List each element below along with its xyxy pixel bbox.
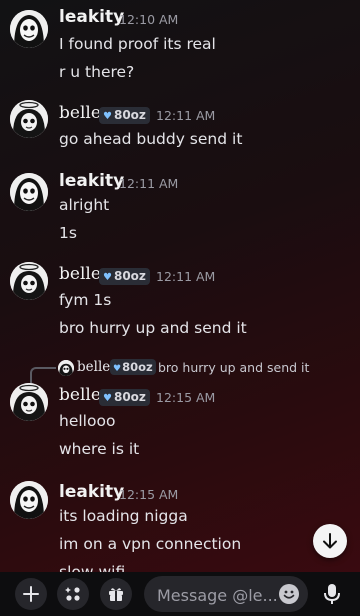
message-text: where is it — [59, 440, 140, 458]
message-text: bro hurry up and send it — [59, 319, 247, 337]
reply-author: belle — [77, 359, 111, 375]
message-timestamp: 12:11 AM — [156, 269, 216, 284]
message-timestamp: 12:15 AM — [156, 390, 216, 405]
message-text: 1s — [59, 224, 77, 242]
avatar-belle[interactable] — [10, 383, 48, 421]
message-author[interactable]: belle — [59, 385, 101, 405]
role-badge[interactable]: ♥ 80oz — [99, 268, 150, 285]
avatar-belle[interactable] — [10, 262, 48, 300]
message-timestamp: 12:11 AM — [156, 108, 216, 123]
message-text: hellooo — [59, 412, 116, 430]
message-list[interactable]: leakity 12:10 AM I found proof its real … — [0, 0, 360, 572]
message-text: its loading nigga — [59, 507, 188, 525]
apps-icon — [65, 587, 80, 601]
message-composer — [0, 572, 360, 616]
microphone-icon — [324, 584, 340, 604]
heart-icon: ♥ — [103, 393, 112, 404]
gift-icon — [109, 588, 123, 601]
heart-icon: ♥ — [103, 272, 112, 283]
message-text: r u there? — [59, 63, 135, 81]
reply-spine — [30, 367, 56, 383]
avatar-leakity[interactable] — [10, 173, 48, 211]
heart-icon: ♥ — [113, 364, 122, 374]
reply-text: bro hurry up and send it — [158, 360, 310, 375]
badge-label: 80oz — [113, 108, 146, 122]
reply-reference[interactable]: belle ♥80oz bro hurry up and send it — [0, 358, 360, 383]
emoji-icon — [283, 590, 295, 599]
avatar-leakity[interactable] — [10, 10, 48, 48]
reply-role-badge: ♥80oz — [110, 359, 156, 375]
apps-button[interactable] — [57, 578, 89, 610]
arrow-down-icon — [323, 533, 337, 549]
badge-label: 80oz — [113, 390, 146, 404]
avatar-belle[interactable] — [10, 100, 48, 138]
voice-message-button[interactable] — [316, 578, 348, 610]
message-author[interactable]: leakity — [59, 7, 124, 27]
message-text: go ahead buddy send it — [59, 130, 243, 148]
message-author[interactable]: leakity — [59, 482, 124, 502]
message-text: alright — [59, 196, 110, 214]
message-text: I found proof its real — [59, 35, 216, 53]
badge-label: 80oz — [113, 269, 146, 283]
message-timestamp: 12:15 AM — [119, 487, 179, 502]
badge-label: 80oz — [122, 360, 153, 374]
role-badge[interactable]: ♥ 80oz — [99, 107, 150, 124]
reply-avatar — [58, 360, 74, 376]
heart-icon: ♥ — [103, 111, 112, 122]
emoji-button[interactable] — [279, 584, 299, 604]
message-text: slow wifi — [59, 563, 126, 572]
gift-button[interactable] — [100, 578, 132, 610]
plus-icon — [23, 586, 39, 602]
message-author[interactable]: belle — [59, 103, 101, 123]
message-input[interactable] — [155, 576, 279, 614]
role-badge[interactable]: ♥ 80oz — [99, 389, 150, 406]
attach-button[interactable] — [15, 578, 47, 610]
avatar-leakity[interactable] — [10, 481, 48, 519]
message-text: im on a vpn connection — [59, 535, 242, 553]
message-text: fym 1s — [59, 291, 112, 309]
message-timestamp: 12:11 AM — [119, 176, 179, 191]
message-input-container[interactable] — [144, 576, 308, 614]
message-author[interactable]: leakity — [59, 171, 124, 191]
message-timestamp: 12:10 AM — [119, 12, 179, 27]
jump-to-present-button[interactable] — [313, 524, 347, 558]
message-author[interactable]: belle — [59, 264, 101, 284]
